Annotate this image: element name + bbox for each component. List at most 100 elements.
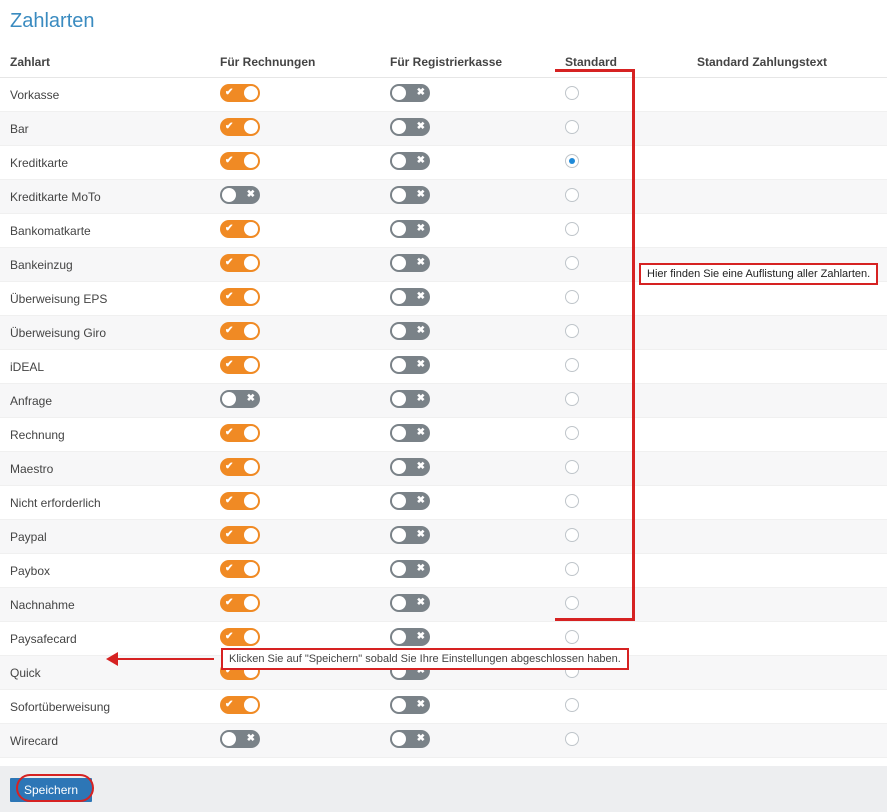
toggle-invoices[interactable]: ✔ <box>220 594 260 612</box>
toggle-knob <box>244 630 258 644</box>
toggle-invoices[interactable]: ✖ <box>220 390 260 408</box>
toggle-knob <box>392 86 406 100</box>
toggle-register[interactable]: ✖ <box>390 424 430 442</box>
standard-radio[interactable] <box>565 188 579 202</box>
toggle-knob <box>392 596 406 610</box>
toggle-invoices[interactable]: ✔ <box>220 254 260 272</box>
standard-radio[interactable] <box>565 698 579 712</box>
standard-payment-text <box>687 486 887 520</box>
toggle-knob <box>244 86 258 100</box>
toggle-register[interactable]: ✖ <box>390 458 430 476</box>
toggle-knob <box>392 460 406 474</box>
table-row: Rechnung✔✖ <box>0 418 887 452</box>
standard-radio[interactable] <box>565 732 579 746</box>
toggle-invoices[interactable]: ✔ <box>220 322 260 340</box>
toggle-register[interactable]: ✖ <box>390 696 430 714</box>
cross-icon: ✖ <box>247 394 255 404</box>
toggle-invoices[interactable]: ✔ <box>220 84 260 102</box>
standard-radio[interactable] <box>565 630 579 644</box>
toggle-register[interactable]: ✖ <box>390 322 430 340</box>
check-icon: ✔ <box>225 326 233 336</box>
check-icon: ✔ <box>225 428 233 438</box>
toggle-invoices[interactable]: ✔ <box>220 152 260 170</box>
standard-payment-text <box>687 656 887 690</box>
cross-icon: ✖ <box>417 156 425 166</box>
standard-radio[interactable] <box>565 86 579 100</box>
toggle-knob <box>222 188 236 202</box>
check-icon: ✔ <box>225 564 233 574</box>
standard-payment-text <box>687 622 887 656</box>
standard-payment-text <box>687 282 887 316</box>
standard-radio[interactable] <box>565 120 579 134</box>
payment-name: Bankomatkarte <box>0 214 210 248</box>
standard-payment-text <box>687 520 887 554</box>
toggle-knob <box>244 324 258 338</box>
toggle-register[interactable]: ✖ <box>390 84 430 102</box>
toggle-invoices[interactable]: ✔ <box>220 560 260 578</box>
payment-name: Paybox <box>0 554 210 588</box>
col-header-reg: Für Registrierkasse <box>380 47 555 78</box>
standard-radio[interactable] <box>565 154 579 168</box>
toggle-invoices[interactable]: ✖ <box>220 730 260 748</box>
toggle-knob <box>392 494 406 508</box>
toggle-knob <box>244 358 258 372</box>
toggle-invoices[interactable]: ✔ <box>220 118 260 136</box>
standard-payment-text <box>687 316 887 350</box>
standard-radio[interactable] <box>565 324 579 338</box>
toggle-register[interactable]: ✖ <box>390 730 430 748</box>
standard-radio[interactable] <box>565 426 579 440</box>
save-button[interactable]: Speichern <box>10 778 92 802</box>
toggle-register[interactable]: ✖ <box>390 628 430 646</box>
toggle-invoices[interactable]: ✔ <box>220 288 260 306</box>
toggle-register[interactable]: ✖ <box>390 526 430 544</box>
cross-icon: ✖ <box>417 190 425 200</box>
toggle-register[interactable]: ✖ <box>390 254 430 272</box>
toggle-register[interactable]: ✖ <box>390 390 430 408</box>
toggle-register[interactable]: ✖ <box>390 356 430 374</box>
toggle-invoices[interactable]: ✔ <box>220 356 260 374</box>
toggle-invoices[interactable]: ✔ <box>220 220 260 238</box>
standard-radio[interactable] <box>565 596 579 610</box>
standard-radio[interactable] <box>565 460 579 474</box>
toggle-knob <box>244 222 258 236</box>
toggle-invoices[interactable]: ✔ <box>220 526 260 544</box>
check-icon: ✔ <box>225 530 233 540</box>
toggle-register[interactable]: ✖ <box>390 118 430 136</box>
toggle-knob <box>392 154 406 168</box>
toggle-register[interactable]: ✖ <box>390 492 430 510</box>
standard-radio[interactable] <box>565 528 579 542</box>
toggle-register[interactable]: ✖ <box>390 288 430 306</box>
toggle-invoices[interactable]: ✖ <box>220 186 260 204</box>
check-icon: ✔ <box>225 496 233 506</box>
standard-payment-text <box>687 146 887 180</box>
cross-icon: ✖ <box>417 734 425 744</box>
toggle-invoices[interactable]: ✔ <box>220 628 260 646</box>
toggle-invoices[interactable]: ✔ <box>220 492 260 510</box>
toggle-invoices[interactable]: ✔ <box>220 458 260 476</box>
standard-payment-text <box>687 690 887 724</box>
toggle-register[interactable]: ✖ <box>390 152 430 170</box>
standard-radio[interactable] <box>565 392 579 406</box>
col-header-std: Standard <box>555 47 687 78</box>
page-title: Zahlarten <box>0 0 887 47</box>
standard-radio[interactable] <box>565 562 579 576</box>
toggle-knob <box>244 154 258 168</box>
toggle-invoices[interactable]: ✔ <box>220 424 260 442</box>
payment-name: Vorkasse <box>0 78 210 112</box>
table-row: Nachnahme✔✖ <box>0 588 887 622</box>
standard-radio[interactable] <box>565 222 579 236</box>
toggle-knob <box>244 460 258 474</box>
standard-radio[interactable] <box>565 290 579 304</box>
toggle-register[interactable]: ✖ <box>390 560 430 578</box>
standard-radio[interactable] <box>565 494 579 508</box>
table-row: Überweisung Giro✔✖ <box>0 316 887 350</box>
toggle-register[interactable]: ✖ <box>390 220 430 238</box>
toggle-register[interactable]: ✖ <box>390 186 430 204</box>
standard-radio[interactable] <box>565 256 579 270</box>
toggle-register[interactable]: ✖ <box>390 594 430 612</box>
standard-radio[interactable] <box>565 358 579 372</box>
table-row: Kreditkarte MoTo✖✖ <box>0 180 887 214</box>
cross-icon: ✖ <box>417 598 425 608</box>
toggle-invoices[interactable]: ✔ <box>220 696 260 714</box>
cross-icon: ✖ <box>417 462 425 472</box>
